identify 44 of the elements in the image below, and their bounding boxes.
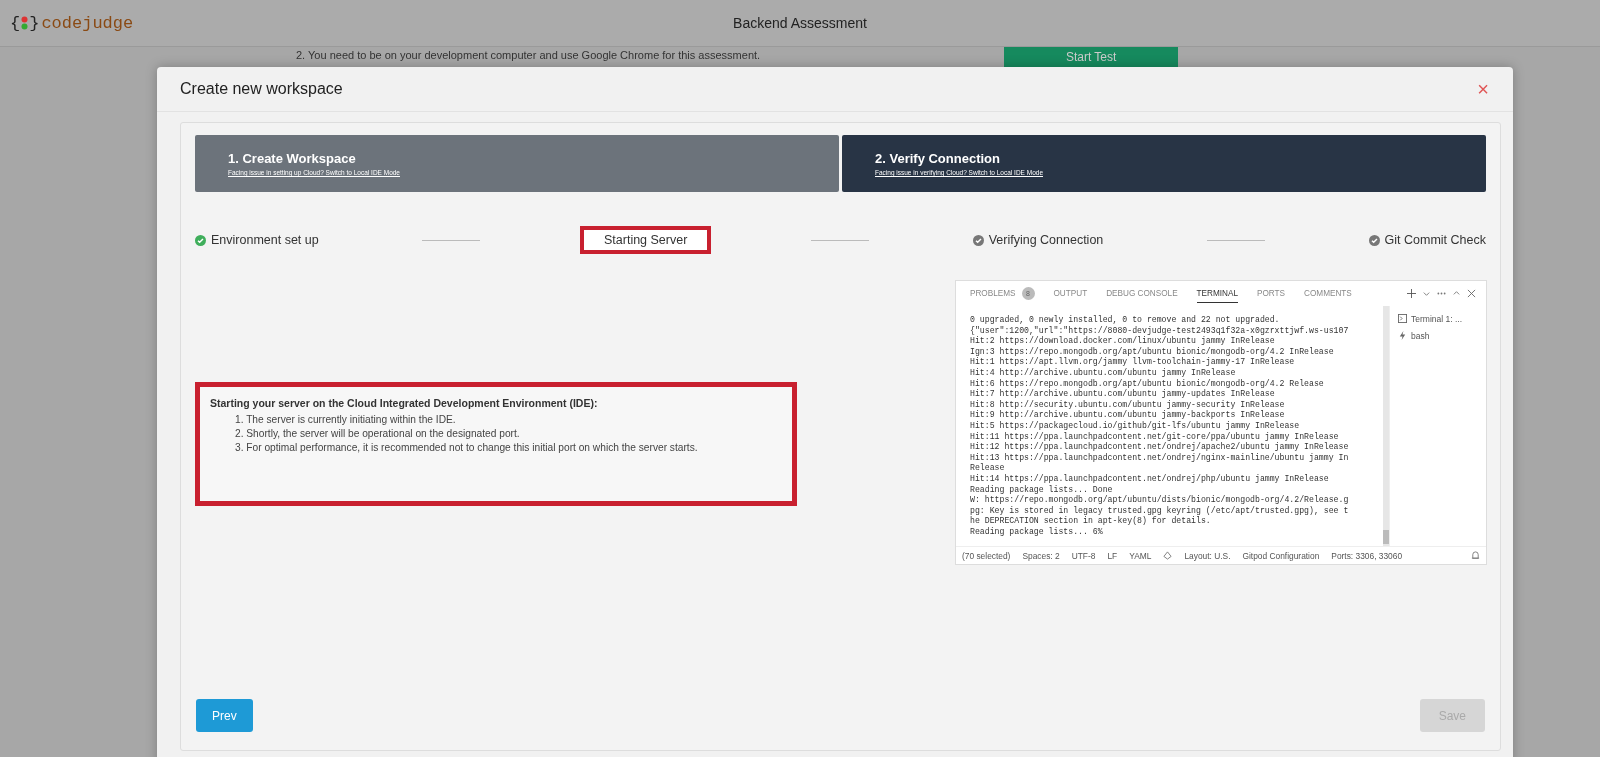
status-item[interactable]: Gitpod Configuration: [1242, 550, 1320, 561]
status-item[interactable]: YAML: [1129, 550, 1152, 561]
chevron-up-icon[interactable]: [1452, 289, 1461, 298]
info-item: 1. The server is currently initiating within the IDE.: [235, 414, 456, 425]
instruction-text: 2. You need to be on your development computer and use Google Chrome for this assessment.: [296, 49, 761, 61]
panel-tab[interactable]: DEBUG CONSOLE: [1106, 284, 1178, 303]
terminal-session[interactable]: bash: [1398, 327, 1486, 344]
status-item[interactable]: UTF-8: [1071, 550, 1096, 561]
check-icon: [195, 234, 206, 246]
step-label: Starting Server: [604, 233, 688, 247]
chevron-down-icon[interactable]: [1422, 289, 1431, 298]
logo-text: codejudge: [41, 13, 134, 33]
modal-title: Create new workspace: [180, 80, 343, 98]
check-icon: [972, 234, 984, 246]
step-title: 1. Create Workspace: [228, 151, 357, 166]
info-heading: Starting your server on the Cloud Integrated Development Environment (IDE):: [210, 397, 599, 409]
close-icon[interactable]: [1467, 289, 1476, 298]
logo-icon: [21, 16, 29, 30]
terminal-session[interactable]: Terminal 1: ...: [1398, 310, 1486, 327]
bolt-icon: [1398, 331, 1407, 340]
status-item[interactable]: Spaces: 2: [1022, 550, 1060, 561]
step-label: Environment set up: [211, 233, 319, 247]
bell-icon[interactable]: [1471, 551, 1480, 560]
logo-brace: {: [10, 13, 21, 33]
logo-brace: }: [29, 13, 40, 33]
panel-tab[interactable]: COMMENTS: [1304, 284, 1352, 303]
step-label: Verifying Connection: [988, 233, 1104, 247]
plus-icon[interactable]: [1407, 289, 1416, 298]
info-item: 2. Shortly, the server will be operational on the designated port.: [235, 428, 520, 439]
page-title: Backend Assessment: [733, 15, 867, 31]
status-item[interactable]: Layout: U.S.: [1184, 550, 1231, 561]
step-label: Git Commit Check: [1384, 233, 1486, 247]
panel-tab[interactable]: OUTPUT: [1053, 284, 1088, 303]
terminal-icon: [1398, 314, 1407, 323]
status-item[interactable]: (70 selected): [962, 550, 1011, 561]
panel-tab[interactable]: TERMINAL: [1196, 284, 1238, 303]
panel-tab[interactable]: PORTS: [1257, 284, 1286, 303]
scrollbar[interactable]: [1383, 306, 1389, 546]
info-item: 3. For optimal performance, it is recommended not to change this initial port on which the server starts.: [235, 442, 698, 453]
status-item[interactable]: Ports: 3306, 33060: [1331, 550, 1403, 561]
terminal-output: 0 upgraded, 0 newly installed, 0 to remove and 22 not upgraded. {"user":1200,"url":"https://8080-devjudge-test2493q1f32a-x0gzrxttjwf.ws-us107 Hit:2 https://download.docker.com/linux/ubuntu jammy InRelease Ign:3 https://repo.mongodb.org/apt/ubuntu bionic/mongodb-org/4.2 InRelease Hit:1 https://apt.llvm.org/jammy llvm-toolchain-jammy-17 InRelease Hit:4 http://archive.ubuntu.com/ubuntu jammy InRelease Hit:6 https://repo.mongodb.org/apt/ubuntu bionic/mongodb-org/4.2 Release Hit:7 http://archive.ubuntu.com/ubuntu jammy-updates InRelease Hit:8 http://security.ubuntu.com/ubuntu jammy-security InRelease Hit:9 http://archive.ubuntu.com/ubuntu jammy-backports InRelease Hit:5 https://packagecloud.io/github/git-lfs/ubuntu jammy InRelease Hit:11 https://ppa.launchpadcontent.net/git-core/ppa/ubuntu jammy InRelease Hit:12 https://ppa.launchpadcontent.net/ondrej/apache2/ubuntu jammy InRelease Hit:13 https://ppa.launchpadcontent.net/ondrej/nginx-mainline/ubuntu jammy In Release Hit:14 https://ppa.launchpadcontent.net/ondrej/php/ubuntu jammy InRelease Reading package lists... Done W: https://repo.mongodb.org/apt/ubuntu/dists/bionic/mongodb-org/4.2/Release.g pg: Key is stored in legacy trusted.gpg keyring (/etc/apt/trusted.gpg), see t he DEPRECATION section in apt-key(8) for details. Reading package lists... 6%: [969, 314, 1350, 538]
status-item[interactable]: LF: [1107, 550, 1118, 561]
step-title: 2. Verify Connection: [875, 151, 1001, 166]
check-icon: [1368, 234, 1380, 246]
